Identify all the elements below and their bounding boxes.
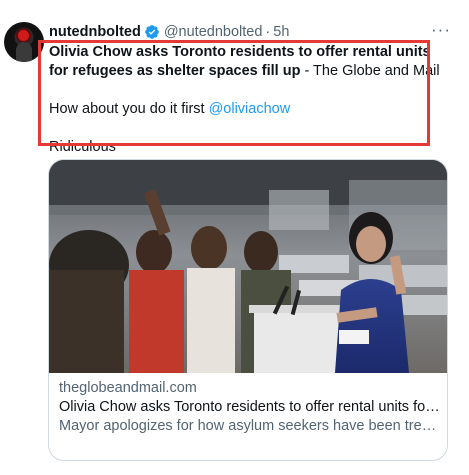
avatar-figure-icon: [16, 42, 32, 62]
more-options-icon[interactable]: ···: [431, 20, 451, 40]
avatar-red-light-icon: [18, 30, 29, 41]
link-description: Mayor apologizes for how asylum seekers …: [59, 418, 441, 434]
link-domain: theglobeandmail.com: [59, 380, 197, 396]
header-separator: ·: [265, 24, 271, 40]
tweet-header: nutednbolted @nutednbolted · 5h: [49, 22, 289, 42]
link-preview-card[interactable]: theglobeandmail.com Olivia Chow asks Tor…: [48, 159, 448, 461]
tweet-timestamp[interactable]: 5h: [273, 24, 289, 40]
author-display-name[interactable]: nutednbolted: [49, 24, 141, 40]
link-preview-image[interactable]: [49, 160, 447, 373]
tweet[interactable]: nutednbolted @nutednbolted · 5h ··· Oliv…: [0, 0, 469, 475]
link-title: Olivia Chow asks Toronto residents to of…: [59, 399, 441, 415]
highlight-annotation-box: [38, 40, 430, 146]
link-preview-text: theglobeandmail.com Olivia Chow asks Tor…: [59, 379, 441, 436]
shelter-press-photo: [49, 160, 447, 373]
tweet-page: nutednbolted @nutednbolted · 5h ··· Oliv…: [0, 0, 469, 475]
author-handle[interactable]: @nutednbolted: [164, 24, 263, 40]
verified-badge-icon: [144, 25, 159, 39]
